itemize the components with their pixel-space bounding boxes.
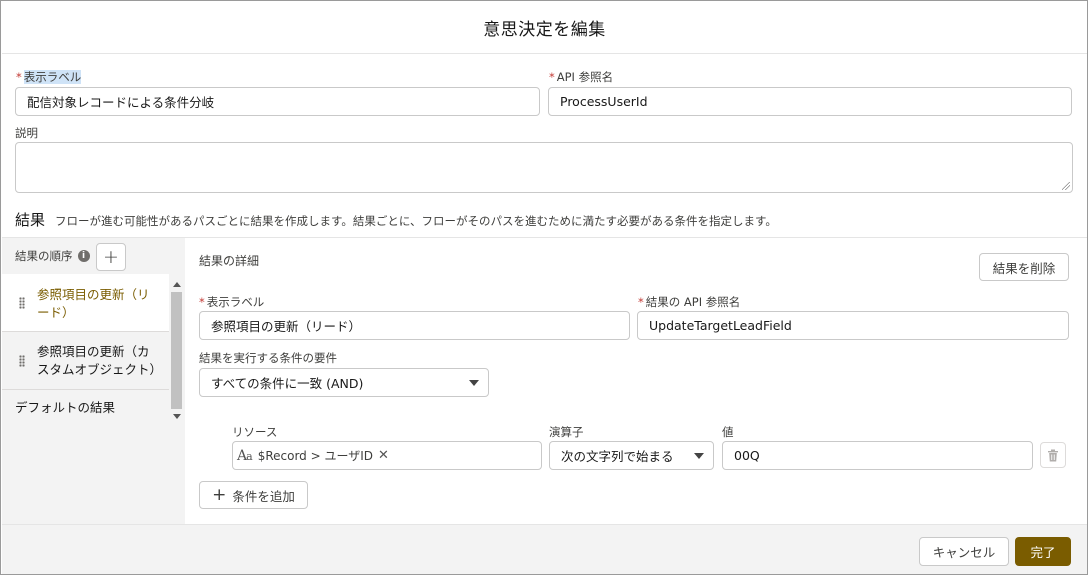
done-button[interactable]: 完了 — [1015, 537, 1071, 566]
resource-input[interactable]: Aa $Record > ユーザID ✕ — [232, 441, 542, 470]
operator-label: 演算子 — [549, 425, 584, 439]
display-label-label: * 表示ラベル — [16, 69, 82, 85]
sidebar-scrollbar[interactable] — [170, 278, 183, 423]
modal-header: 意思決定を編集 — [2, 2, 1087, 54]
operator-select[interactable]: 次の文字列で始まる — [549, 441, 714, 470]
outcome-detail-panel: 結果の詳細 結果を削除 * 表示ラベル 参照項目の更新（リード） * 結果の API… — [185, 238, 1087, 524]
condition-requirement-label: 結果を実行する条件の要件 — [199, 351, 337, 365]
add-condition-button[interactable]: + 条件を追加 — [199, 481, 308, 509]
add-condition-label: 条件を追加 — [232, 488, 295, 504]
outcome-item-default[interactable]: デフォルトの結果 — [2, 390, 169, 426]
plus-icon: + — [212, 485, 227, 505]
chevron-down-icon — [694, 453, 704, 459]
outcome-api-name-label-text: 結果の API 参照名 — [645, 295, 741, 309]
outcome-label-input[interactable]: 参照項目の更新（リード） — [199, 311, 630, 340]
required-mark: * — [549, 70, 555, 84]
operator-value: 次の文字列で始まる — [561, 449, 674, 464]
outcome-detail-heading: 結果の詳細 — [199, 254, 260, 268]
scroll-down-icon[interactable] — [173, 414, 181, 419]
outcome-item-label: 参照項目の更新（カスタムオブジェクト） — [37, 344, 163, 377]
value-input[interactable]: 00Q — [722, 441, 1033, 470]
resource-pill-label: $Record > ユーザID — [257, 449, 374, 463]
outcome-item[interactable]: 参照項目の更新（リード） — [2, 274, 169, 332]
resize-grip-icon[interactable] — [1062, 182, 1070, 190]
outcome-order-sidebar: 結果の順序 i + 参照項目の更新（リード） 参照項目の更新（カスタムオブジェク… — [2, 238, 184, 524]
add-outcome-button[interactable]: + — [96, 243, 126, 271]
close-icon[interactable]: ✕ — [378, 448, 389, 463]
delete-outcome-button[interactable]: 結果を削除 — [979, 253, 1069, 281]
api-name-label: * API 参照名 — [549, 69, 613, 85]
resource-label: リソース — [232, 425, 278, 439]
required-mark: * — [16, 70, 22, 84]
outcome-item-label: デフォルトの結果 — [15, 400, 116, 415]
required-mark: * — [638, 295, 644, 309]
modal-footer: キャンセル 完了 — [2, 524, 1087, 574]
outcome-item-label: 参照項目の更新（リード） — [37, 287, 150, 320]
description-textarea[interactable] — [15, 142, 1073, 193]
drag-handle-icon[interactable] — [19, 296, 25, 309]
text-type-icon: Aa — [237, 447, 253, 464]
display-label-text: 表示ラベル — [23, 70, 82, 84]
cancel-button[interactable]: キャンセル — [919, 537, 1009, 566]
outcome-order-header: 結果の順序 i — [15, 248, 90, 264]
outcome-item[interactable]: 参照項目の更新（カスタムオブジェクト） — [2, 332, 169, 390]
modal-title: 意思決定を編集 — [483, 20, 606, 40]
scroll-up-icon[interactable] — [173, 282, 181, 287]
trash-icon — [1048, 449, 1058, 461]
edit-decision-modal: 意思決定を編集 * 表示ラベル 配信対象レコードによる条件分岐 * API 参照名 … — [0, 0, 1088, 575]
outcomes-title: 結果 — [15, 211, 46, 229]
info-icon[interactable]: i — [77, 250, 90, 262]
outcome-api-name-input[interactable]: UpdateTargetLeadField — [637, 311, 1069, 340]
outcome-api-name-label: * 結果の API 参照名 — [638, 294, 740, 310]
display-label-input[interactable]: 配信対象レコードによる条件分岐 — [15, 87, 540, 116]
outcome-label-label: * 表示ラベル — [199, 294, 264, 310]
description-label: 説明 — [15, 126, 38, 140]
outcome-order-label: 結果の順序 — [15, 249, 73, 263]
scroll-thumb[interactable] — [171, 292, 182, 409]
outcome-label-label-text: 表示ラベル — [206, 295, 265, 309]
condition-requirement-select[interactable]: すべての条件に一致 (AND) — [199, 368, 489, 397]
api-name-input[interactable]: ProcessUserId — [548, 87, 1072, 116]
resource-pill[interactable]: Aa $Record > ユーザID ✕ — [237, 445, 389, 466]
drag-handle-icon[interactable] — [19, 354, 25, 367]
required-mark: * — [199, 295, 205, 309]
delete-condition-button[interactable] — [1040, 442, 1066, 468]
value-label: 値 — [722, 425, 734, 439]
api-name-label-text: API 参照名 — [556, 70, 614, 84]
outcomes-description: フローが進む可能性があるパスごとに結果を作成します。結果ごとに、フローがそのパス… — [55, 214, 777, 228]
chevron-down-icon — [469, 380, 479, 386]
condition-requirement-value: すべての条件に一致 (AND) — [211, 376, 364, 391]
